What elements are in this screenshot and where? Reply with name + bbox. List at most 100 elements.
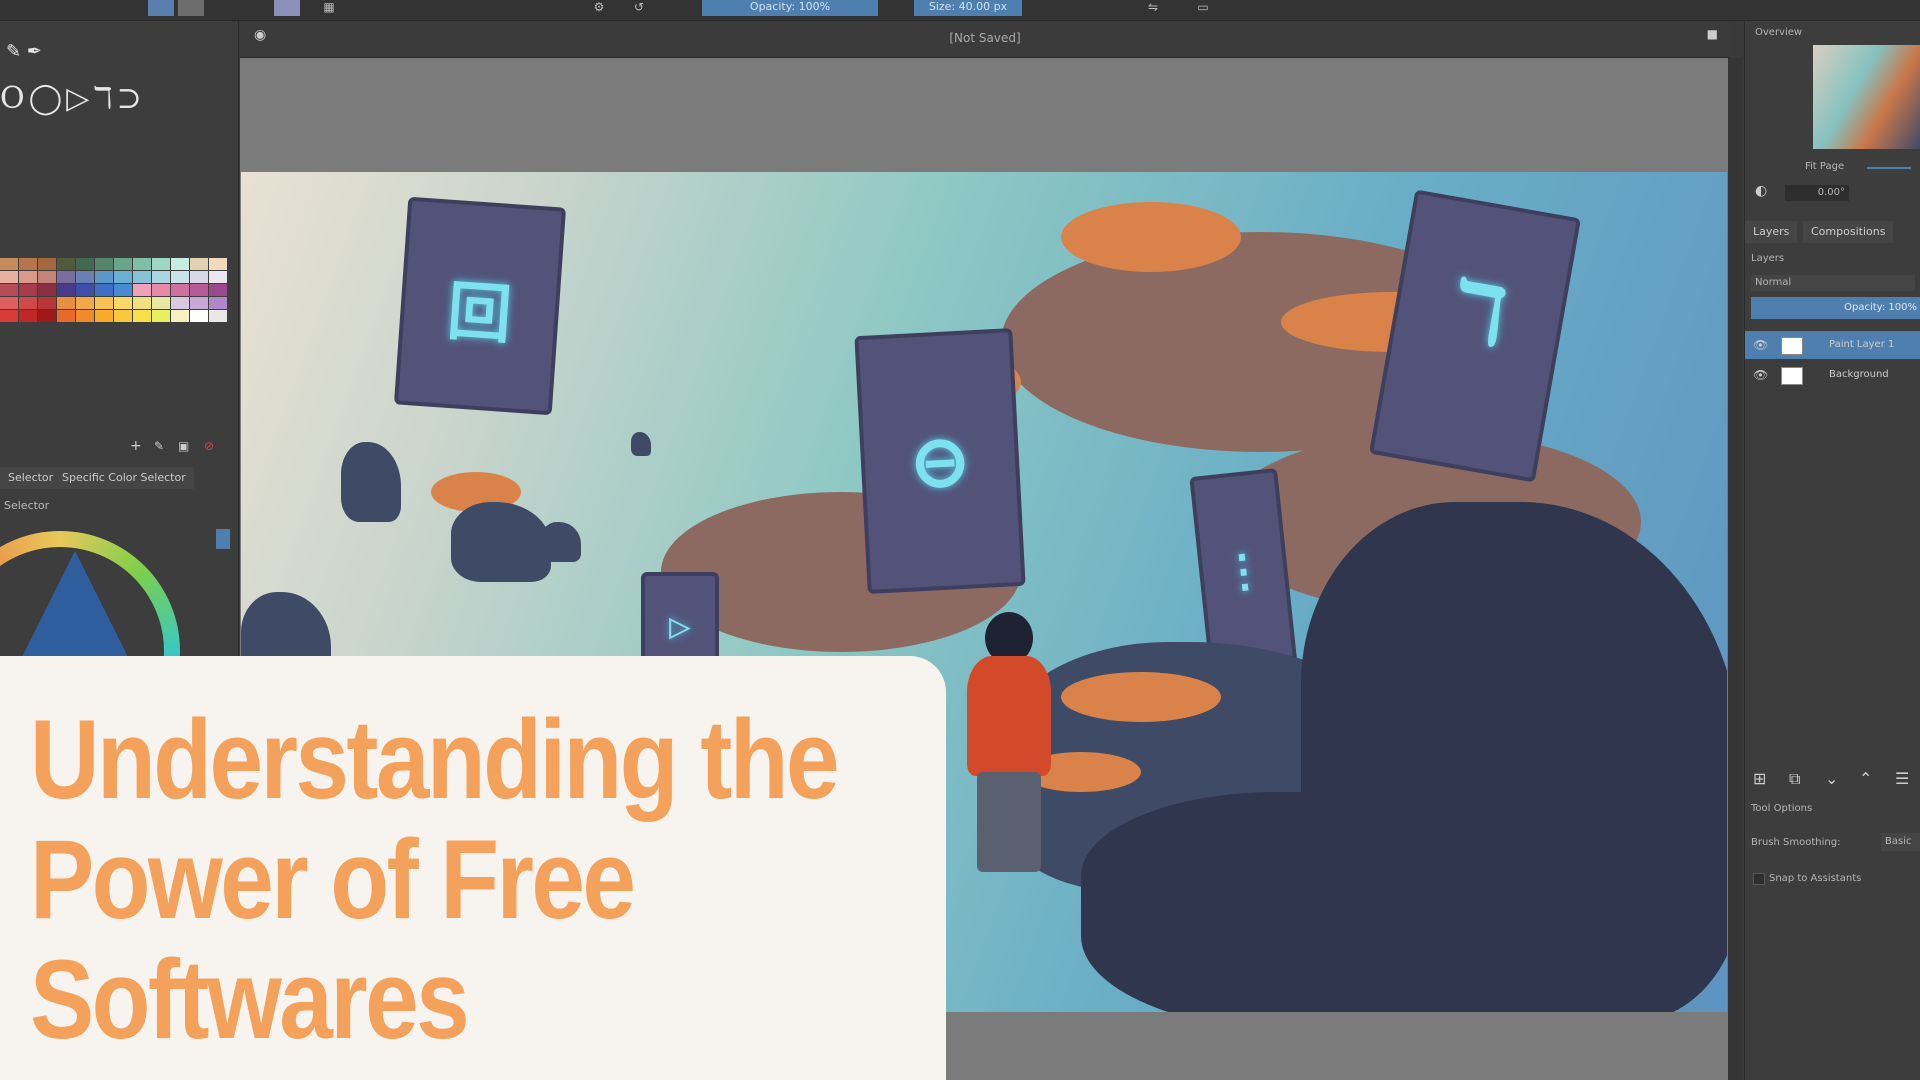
palette-swatch[interactable] [57, 297, 75, 309]
canvas-vertical-scrollbar[interactable] [1728, 58, 1742, 1080]
palette-swatch[interactable] [190, 258, 208, 270]
palette-swatch[interactable] [38, 271, 56, 283]
visibility-eye-icon[interactable]: 👁 [1753, 331, 1768, 359]
settings-icon[interactable]: ⚙ [592, 0, 606, 14]
palette-swatch[interactable] [0, 271, 18, 283]
edit-icon[interactable]: ✎ [154, 435, 164, 457]
layer-blend-mode-select[interactable]: Normal [1751, 275, 1915, 291]
palette-swatch[interactable] [152, 284, 170, 296]
tab-compositions[interactable]: Compositions [1803, 221, 1894, 243]
palette-swatch[interactable] [76, 284, 94, 296]
shape-tools-row[interactable]: O◯▷ℸ⊃ [0, 81, 230, 121]
palette-swatch[interactable] [95, 271, 113, 283]
tab-specific-color-selector[interactable]: Specific Color Selector [54, 467, 194, 489]
palette-swatch[interactable] [0, 258, 18, 270]
zoom-slider[interactable] [1867, 167, 1911, 169]
palette-swatch[interactable] [19, 284, 37, 296]
folder-icon[interactable]: ▣ [178, 435, 189, 457]
bezier-tool-icon[interactable]: ⊃ [117, 81, 146, 116]
palette-swatch[interactable] [133, 310, 151, 322]
fit-page-label[interactable]: Fit Page [1805, 161, 1844, 172]
palette-swatch[interactable] [171, 297, 189, 309]
brush-preset-icon[interactable]: ✎ ✒ [6, 41, 42, 62]
palette-swatch[interactable] [190, 284, 208, 296]
brush-preset-button[interactable] [274, 0, 300, 16]
grid-icon[interactable]: ▦ [322, 0, 336, 14]
palette-swatch[interactable] [0, 297, 18, 309]
document-title[interactable]: [Not Saved] [240, 31, 1730, 45]
palette-swatch[interactable] [209, 258, 227, 270]
layer-row-paint[interactable]: 👁 Paint Layer 1 [1745, 331, 1920, 359]
snap-checkbox[interactable] [1753, 873, 1765, 885]
polygon-tool-icon[interactable]: ◯ [29, 81, 67, 116]
move-up-icon[interactable]: ⌃ [1859, 769, 1872, 788]
palette-swatch[interactable] [133, 258, 151, 270]
palette-swatch[interactable] [171, 310, 189, 322]
palette-swatch[interactable] [57, 310, 75, 322]
background-color-swatch[interactable] [178, 0, 204, 16]
palette-swatch[interactable] [95, 258, 113, 270]
palette-swatch[interactable] [152, 297, 170, 309]
layer-row-background[interactable]: 👁 Background [1745, 361, 1920, 389]
tab-layers[interactable]: Layers [1745, 221, 1798, 243]
path-tool-icon[interactable]: ▷ [66, 81, 93, 116]
palette-swatch[interactable] [171, 284, 189, 296]
add-layer-icon[interactable]: ⊞ [1753, 769, 1766, 788]
brush-smoothing-select[interactable]: Basic [1881, 833, 1920, 851]
palette-swatch[interactable] [152, 310, 170, 322]
palette-swatch[interactable] [95, 297, 113, 309]
palette-swatch[interactable] [19, 310, 37, 322]
palette-swatch[interactable] [57, 258, 75, 270]
close-icon[interactable]: ■ [1707, 27, 1718, 41]
palette-swatch[interactable] [76, 310, 94, 322]
menu-icon[interactable]: ☰ [1895, 769, 1909, 788]
move-down-icon[interactable]: ⌄ [1825, 769, 1838, 788]
delete-icon[interactable]: ⊘ [204, 435, 214, 457]
palette-swatch[interactable] [133, 271, 151, 283]
layer-opacity-slider[interactable]: Opacity: 100% [1751, 297, 1920, 319]
palette-swatch[interactable] [38, 297, 56, 309]
selector-scroll-handle[interactable] [216, 529, 230, 549]
opacity-slider[interactable]: Opacity: 100% [702, 0, 878, 16]
palette-swatch[interactable] [209, 271, 227, 283]
palette-swatch[interactable] [152, 271, 170, 283]
palette-swatch[interactable] [209, 297, 227, 309]
palette-swatch[interactable] [38, 258, 56, 270]
palette-swatch[interactable] [152, 258, 170, 270]
palette-swatch[interactable] [95, 284, 113, 296]
rotate-icon[interactable]: ◐ [1755, 183, 1767, 199]
palette-swatch[interactable] [114, 258, 132, 270]
palette-swatch[interactable] [38, 310, 56, 322]
palette-swatch[interactable] [190, 297, 208, 309]
overview-thumbnail[interactable] [1813, 45, 1920, 149]
tab-selector[interactable]: Selector [0, 467, 62, 489]
visibility-eye-icon[interactable]: 👁 [1753, 361, 1768, 389]
size-slider[interactable]: Size: 40.00 px [914, 0, 1022, 16]
palette-swatch[interactable] [76, 258, 94, 270]
palette-swatch[interactable] [190, 271, 208, 283]
palette-swatch[interactable] [114, 310, 132, 322]
palette-swatch[interactable] [38, 284, 56, 296]
palette-swatch[interactable] [209, 284, 227, 296]
palette-swatch[interactable] [114, 284, 132, 296]
palette-swatch[interactable] [133, 284, 151, 296]
palette-swatch[interactable] [95, 310, 113, 322]
add-icon[interactable]: + [130, 435, 142, 457]
freehand-path-icon[interactable]: ℸ [93, 81, 116, 116]
palette-swatch[interactable] [209, 310, 227, 322]
palette-swatches[interactable] [0, 258, 227, 416]
palette-swatch[interactable] [57, 284, 75, 296]
rotation-field[interactable]: 0.00° [1785, 185, 1849, 201]
palette-swatch[interactable] [133, 297, 151, 309]
palette-swatch[interactable] [171, 271, 189, 283]
palette-swatch[interactable] [76, 297, 94, 309]
palette-swatch[interactable] [171, 258, 189, 270]
palette-swatch[interactable] [190, 310, 208, 322]
foreground-color-swatch[interactable] [148, 0, 174, 16]
duplicate-layer-icon[interactable]: ⧉ [1789, 769, 1800, 789]
palette-swatch[interactable] [114, 297, 132, 309]
palette-swatch[interactable] [0, 284, 18, 296]
palette-swatch[interactable] [57, 271, 75, 283]
palette-swatch[interactable] [19, 271, 37, 283]
ellipse-tool-icon[interactable]: O [0, 81, 29, 116]
